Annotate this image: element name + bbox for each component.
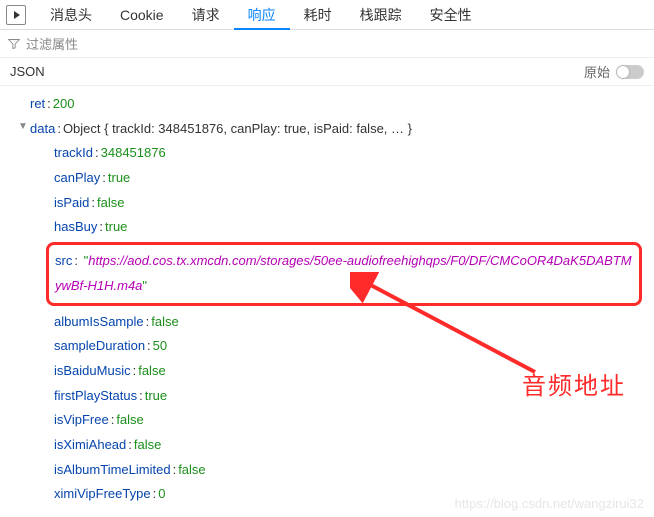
json-sampleDuration[interactable]: sampleDuration: 50 xyxy=(16,334,650,359)
json-header: JSON 原始 xyxy=(0,58,654,86)
json-albumIsSample[interactable]: albumIsSample: false xyxy=(16,310,650,335)
chevron-down-icon[interactable]: ▼ xyxy=(18,117,28,136)
annotation-label: 音频地址 xyxy=(522,366,626,401)
tabbar: 消息头 Cookie 请求 响应 耗时 栈跟踪 安全性 xyxy=(0,0,654,30)
tab-headers[interactable]: 消息头 xyxy=(36,0,106,30)
watermark: https://blog.csdn.net/wangzirui32 xyxy=(455,496,644,511)
json-label: JSON xyxy=(10,64,45,79)
json-isPaid[interactable]: isPaid: false xyxy=(16,191,650,216)
json-canPlay[interactable]: canPlay: true xyxy=(16,166,650,191)
json-isVipFree[interactable]: isVipFree: false xyxy=(16,408,650,433)
toggle-switch[interactable] xyxy=(616,65,644,79)
json-ret[interactable]: ret: 200 xyxy=(16,92,650,117)
filter-row: 过滤属性 xyxy=(0,30,654,58)
json-body: ret: 200 ▼ data: Object { trackId: 34845… xyxy=(0,86,654,513)
json-data[interactable]: ▼ data: Object { trackId: 348451876, can… xyxy=(16,117,650,142)
tab-cookie[interactable]: Cookie xyxy=(106,0,178,30)
play-icon[interactable] xyxy=(6,5,26,25)
tab-response[interactable]: 响应 xyxy=(234,0,290,30)
tab-security[interactable]: 安全性 xyxy=(416,0,486,30)
json-src-key[interactable]: src xyxy=(55,253,72,268)
src-highlight-box: src: "https://aod.cos.tx.xmcdn.com/stora… xyxy=(46,242,642,305)
json-trackId[interactable]: trackId: 348451876 xyxy=(16,141,650,166)
json-isAlbumTimeLimited[interactable]: isAlbumTimeLimited: false xyxy=(16,458,650,483)
filter-icon xyxy=(8,38,20,50)
tab-stacktrace[interactable]: 栈跟踪 xyxy=(346,0,416,30)
json-hasBuy[interactable]: hasBuy: true xyxy=(16,215,650,240)
filter-input[interactable]: 过滤属性 xyxy=(26,34,78,53)
tab-timing[interactable]: 耗时 xyxy=(290,0,346,30)
tab-request[interactable]: 请求 xyxy=(178,0,234,30)
raw-label: 原始 xyxy=(584,62,610,81)
raw-toggle[interactable]: 原始 xyxy=(584,62,644,81)
json-isXimiAhead[interactable]: isXimiAhead: false xyxy=(16,433,650,458)
